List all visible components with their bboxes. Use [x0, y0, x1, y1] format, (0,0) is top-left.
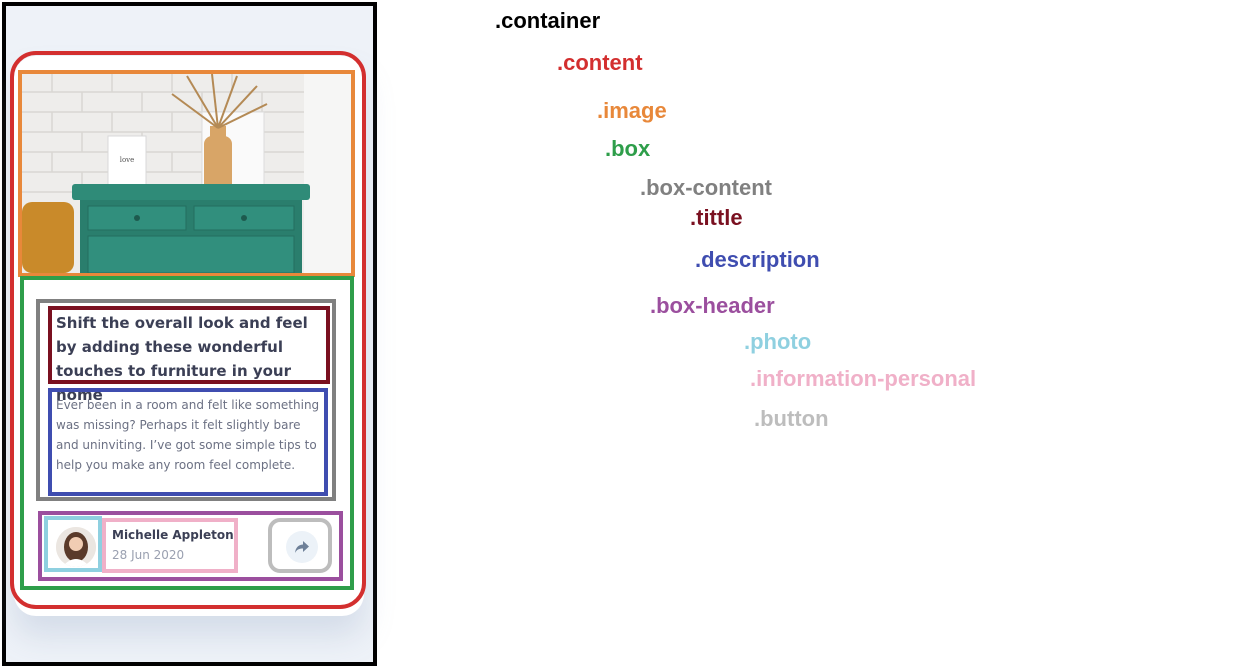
label-tittle: .tittle: [690, 205, 743, 230]
post-date: 28 Jun 2020: [112, 548, 185, 562]
label-container: .container: [495, 8, 601, 33]
label-box-header: .box-header: [650, 293, 775, 318]
avatar: [56, 527, 96, 567]
svg-text:love: love: [120, 156, 135, 164]
label-information-personal: .information-personal: [750, 366, 977, 391]
label-box: .box: [605, 136, 651, 161]
avatar-photo: [56, 527, 96, 567]
furniture-illustration: love: [22, 74, 351, 273]
label-description: .description: [695, 247, 820, 272]
share-button[interactable]: [286, 531, 318, 563]
card-description: Ever been in a room and felt like someth…: [56, 398, 320, 472]
author-name: Michelle Appleton: [112, 528, 234, 542]
label-image: .image: [597, 98, 667, 123]
label-box-content: .box-content: [640, 175, 772, 200]
share-arrow-icon: [295, 541, 309, 553]
label-button: .button: [754, 406, 829, 431]
card-title: Shift the overall look and feel by addin…: [56, 314, 308, 404]
label-photo: .photo: [744, 329, 812, 354]
furniture-image: love: [22, 74, 351, 273]
label-content: .content: [557, 50, 643, 75]
